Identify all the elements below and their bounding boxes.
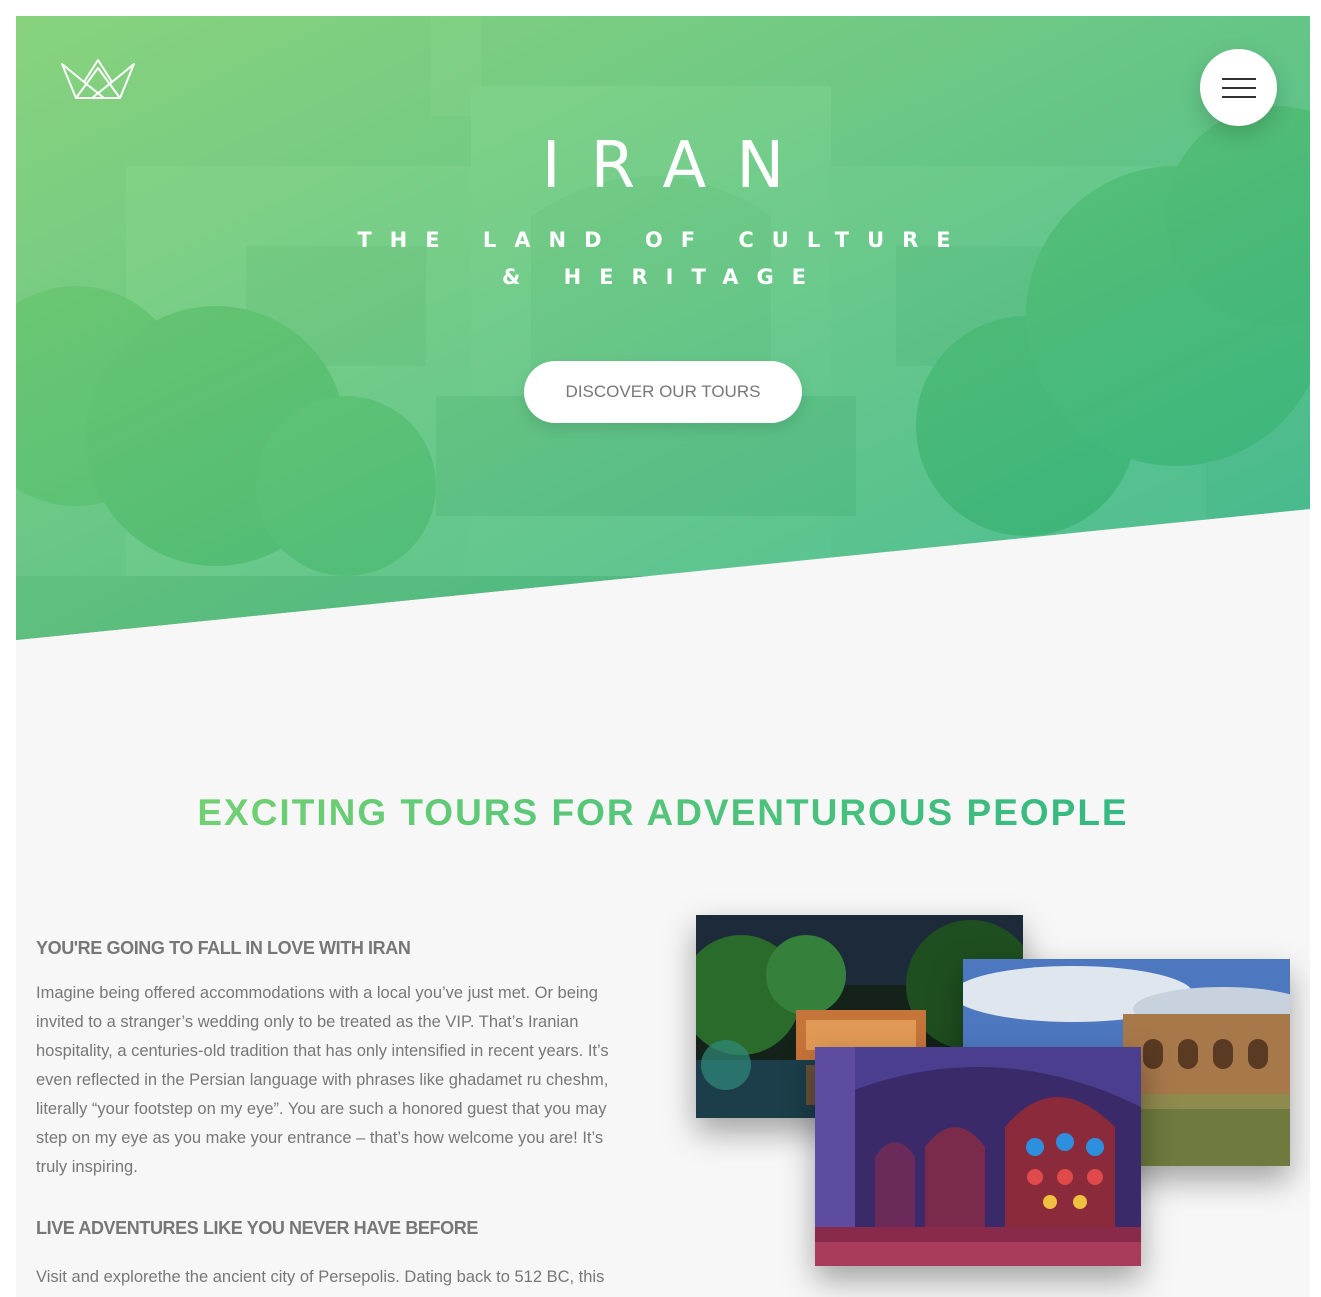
menu-button[interactable] <box>1200 49 1277 126</box>
hero-gradient-overlay <box>16 16 1310 640</box>
paragraph-persepolis: Visit and explorethe the ancient city of… <box>36 1268 605 1286</box>
section-title: EXCITING TOURS FOR ADVENTUROUS PEOPLE <box>16 792 1310 834</box>
sub-heading-adventures: LIVE ADVENTURES LIKE YOU NEVER HAVE BEFO… <box>36 1218 478 1238</box>
hamburger-menu-icon <box>1221 77 1256 98</box>
hero-subtitle: THE LAND OF CULTURE & HERITAGE <box>357 228 969 289</box>
crown-icon[interactable] <box>60 58 136 102</box>
stained-glass-mosque-photo[interactable] <box>815 1047 1141 1266</box>
page: IRAN THE LAND OF CULTURE & HERITAGE DISC… <box>16 16 1310 1297</box>
discover-tours-button[interactable]: DISCOVER OUR TOURS <box>524 361 802 423</box>
sub-heading-love-iran: YOU'RE GOING TO FALL IN LOVE WITH IRAN <box>36 938 411 958</box>
hero-header: IRAN THE LAND OF CULTURE & HERITAGE DISC… <box>16 16 1310 640</box>
about-text: YOU'RE GOING TO FALL IN LOVE WITH IRAN I… <box>36 938 636 1292</box>
hero-title: IRAN <box>541 129 815 203</box>
paragraph-hospitality: Imagine being offered accommodations wit… <box>36 984 609 1176</box>
